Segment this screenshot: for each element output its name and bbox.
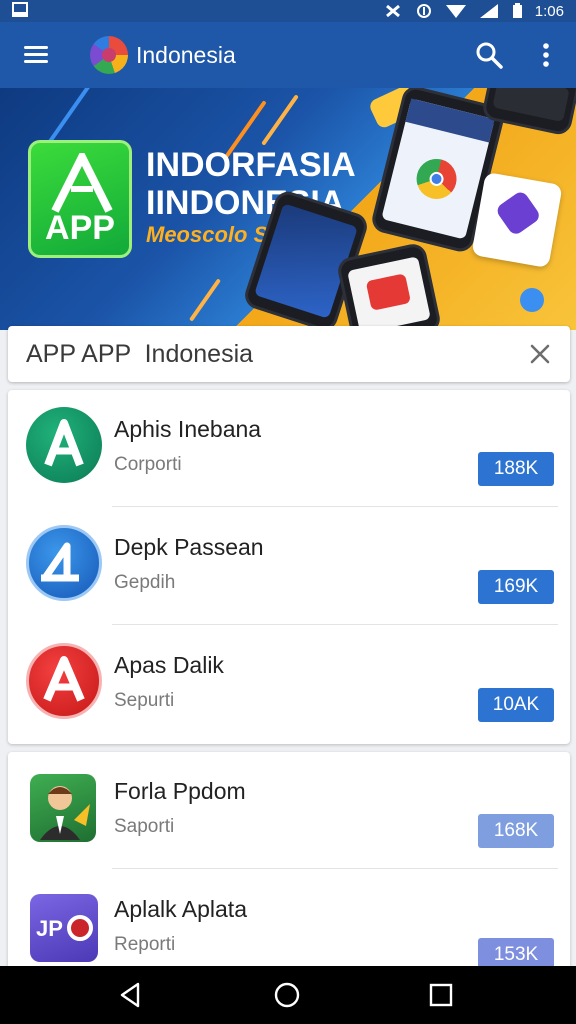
wifi-icon [445,5,466,18]
app-subtitle: Reporti [114,934,176,955]
bluetooth-icon [385,4,400,18]
system-navigation-bar [0,966,576,1024]
banner-badge-text: APP [45,209,115,247]
app-logo-icon [90,36,128,74]
menu-icon-line [24,60,48,63]
lightning-icon [494,189,542,237]
list-item[interactable]: Depk Passean Gepdih 169K [8,508,570,626]
search-bar [8,326,570,382]
app-bar: Indonesia [0,22,576,88]
banner-title-line: INDORFASIA [146,146,356,184]
person-icon [40,786,90,840]
divider [112,624,558,625]
app-name: Apas Dalik [114,652,224,678]
banner-app-badge: APP [28,140,132,258]
app-name: Depk Passean [114,534,264,560]
banner-decoration [261,94,299,146]
menu-button[interactable] [24,42,54,68]
app-subtitle: Corporti [114,454,182,475]
menu-icon-line [24,46,48,49]
banner-decoration [520,288,544,312]
promo-banner[interactable]: APP INDORFASIA IINDONESIA Meoscolo Stadl… [0,88,576,330]
divider [112,506,558,507]
home-icon[interactable] [272,980,302,1010]
close-icon[interactable] [528,342,552,366]
search-input[interactable] [26,338,506,370]
app-name: Aphis Inebana [114,416,262,442]
app-name: Aplalk Aplata [114,896,247,922]
app-icon [30,774,96,842]
download-count-badge[interactable]: 188K [478,452,554,486]
app-list-card: Aphis Inebana Corporti 188K Depk Passean… [8,390,570,744]
banner-decoration [189,278,221,322]
list-item[interactable]: JP Aplalk Aplata Reporti 153K [8,870,570,972]
app-subtitle: Gepdih [114,572,176,593]
app-subtitle: Sepurti [114,690,175,711]
letter-a-icon [44,419,84,467]
signal-icon [479,4,498,18]
vibrate-icon [416,4,431,18]
app-icon: JP [30,894,98,962]
notification-icon [12,2,28,17]
svg-text:JP: JP [36,916,63,941]
app-icon [26,643,102,719]
download-count-badge[interactable]: 10AK [478,688,554,722]
status-bar: 1:06 [0,0,576,22]
jpo-logo-icon: JP [36,915,93,941]
back-icon[interactable] [116,980,146,1010]
download-count-badge[interactable]: 168K [478,814,554,848]
more-options-icon[interactable] [534,40,558,70]
list-item[interactable]: Apas Dalik Sepurti 10AK [8,626,570,744]
app-subtitle: Saporti [114,816,175,837]
letter-a-icon [43,656,85,702]
list-item[interactable]: Aphis Inebana Corporti 188K [8,390,570,508]
recents-icon[interactable] [426,980,456,1010]
app-list-card: Forla Ppdom Saporti 168K JP Aplalk Aplat… [8,752,570,972]
status-time: 1:06 [534,2,564,20]
app-icon [26,407,102,483]
search-icon[interactable] [474,40,504,70]
list-item[interactable]: Forla Ppdom Saporti 168K [8,752,570,870]
app-letter-icon [51,153,113,213]
app-name: Forla Ppdom [114,778,246,804]
app-title: Indonesia [136,42,236,68]
battery-icon [512,3,522,18]
download-count-badge[interactable]: 169K [478,570,554,604]
menu-icon-line [24,53,48,56]
app-icon [26,525,102,601]
triangle-icon [41,542,79,582]
shortcut-card-illustration [471,171,563,269]
divider [112,868,558,869]
